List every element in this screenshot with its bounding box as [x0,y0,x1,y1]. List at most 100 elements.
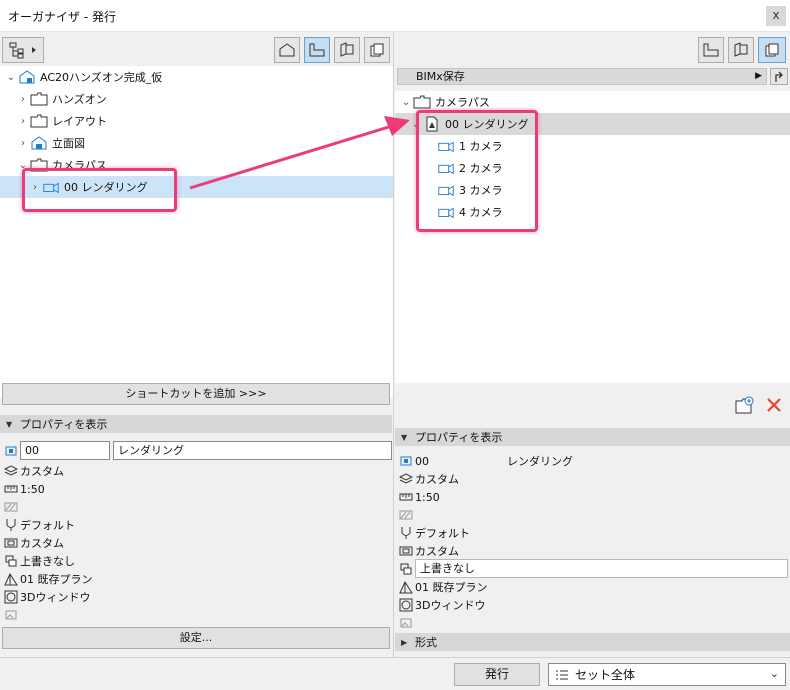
render-doc-icon [423,116,441,132]
tree-item-elevation[interactable]: › 立面図 [0,132,393,154]
override-icon [2,553,20,569]
tree-item-label: カメラパス [52,159,107,172]
folder-icon [30,91,48,107]
project-house-icon [18,69,36,85]
tree-item-folder[interactable]: ⌄ カメラパス [395,91,790,113]
publisher-sets-button[interactable] [364,37,390,63]
prop-structure-row: デフォルト [397,524,470,542]
publish-button[interactable]: 発行 [454,663,540,686]
format-section-header[interactable]: ▶ 形式 [395,633,790,651]
section-title: プロパティを表示 [20,418,108,431]
publisher-set-label: BIMx保存 [416,70,465,83]
add-shortcut-button[interactable]: ショートカットを追加 >>> [2,383,390,405]
tree-item-folder[interactable]: ⌄ カメラパス [0,154,393,176]
publish-scope-select[interactable]: セット全体 ⌄ [548,663,786,686]
layout-book-button[interactable] [334,37,360,63]
camera-icon [42,179,60,195]
expand-chevron-icon[interactable]: ⌄ [399,95,413,109]
title-bar: オーガナイザ - 発行 x [0,0,790,32]
expand-chevron-icon[interactable]: ⌄ [409,117,423,131]
expand-chevron-icon[interactable]: ⌄ [16,158,30,172]
tree-item-label: 00 レンダリング [64,181,148,194]
close-button[interactable]: x [766,6,786,26]
collapse-chevron-icon[interactable]: › [16,136,30,150]
layout-book-icon [734,42,748,57]
override-field[interactable]: 上書きなし [415,559,788,578]
prop-id-value: 00 [415,454,429,468]
tree-item-camera[interactable]: 2 カメラ [395,157,790,179]
camera-icon [437,138,455,154]
tree-item-folder[interactable]: › ハンズオン [0,88,393,110]
camera-icon [437,182,455,198]
layout-book-icon [340,42,354,57]
tree-item-label: 3 カメラ [459,184,503,197]
prop-image-row [2,606,20,624]
folder-icon [413,94,431,110]
view-map-tree: ⌄ AC20ハンズオン完成_仮 › ハンズオン › レイアウト › 立面図 ⌄ … [0,66,393,398]
tree-item-camera[interactable]: 3 カメラ [395,179,790,201]
collapse-chevron-icon[interactable]: › [28,180,42,194]
tree-item-rendering[interactable]: ⌄ 00 レンダリング [395,113,790,135]
prop-3d-row: 3Dウィンドウ [2,588,90,606]
scale-icon [397,489,415,505]
publisher-tree: ⌄ カメラパス ⌄ 00 レンダリング 1 カメラ 2 カメラ 3 カメラ 4 … [395,91,790,383]
tree-item-label: カメラパス [435,96,490,109]
prop-structure-value: デフォルト [415,527,470,540]
tree-item-camera[interactable]: 1 カメラ [395,135,790,157]
name-input[interactable]: レンダリング [113,441,392,460]
triangle-down-icon: ▼ [401,432,408,442]
view-map-icon [703,43,719,57]
prop-structure-value: デフォルト [20,519,75,532]
prop-override-row [397,560,415,578]
prop-3d-row: 3Dウィンドウ [397,596,485,614]
tree-item-label: レイアウト [52,115,107,128]
prop-3d-value: 3Dウィンドウ [20,591,91,604]
section-title: プロパティを表示 [415,431,503,444]
list-icon [555,669,569,681]
settings-button[interactable]: 設定... [2,627,390,649]
prop-scale-row: 1:50 [2,480,45,498]
tree-item-folder[interactable]: › レイアウト [0,110,393,132]
tree-item-label: ハンズオン [52,93,107,106]
publisher-set-selector[interactable]: BIMx保存 ▶ [397,68,767,85]
camera-icon [437,204,455,220]
scale-icon [2,481,20,497]
image-icon [2,607,20,623]
pen-set-icon [397,543,415,559]
id-input[interactable]: 00 [20,441,110,460]
folder-icon [30,157,48,173]
delete-button[interactable] [765,396,783,417]
collapse-chevron-icon[interactable]: › [16,114,30,128]
new-folder-button[interactable] [735,396,755,417]
collapse-chevron-icon[interactable]: › [16,92,30,106]
structure-icon [2,517,20,533]
prop-pen-value: カスタム [20,537,64,550]
prop-scale-value: 1:50 [415,490,440,504]
layout-book-button[interactable] [728,37,754,63]
go-up-button[interactable] [770,68,788,85]
prop-pen-row: カスタム [2,534,64,552]
tree-item-rendering-selected[interactable]: › 00 レンダリング [0,176,393,198]
model-view-icon [2,571,20,587]
properties-section-header[interactable]: ▼ プロパティを表示 [395,428,790,446]
new-folder-icon [735,396,754,414]
image-icon [397,615,415,631]
tree-item-camera[interactable]: 4 カメラ [395,201,790,223]
prop-scale-row: 1:50 [397,488,440,506]
project-map-button[interactable] [274,37,300,63]
folder-icon [30,113,48,129]
up-arrow-icon [775,71,783,82]
prop-id-row: 00 レンダリング [397,452,573,470]
tree-item-project[interactable]: ⌄ AC20ハンズオン完成_仮 [0,66,393,88]
view-map-button[interactable] [304,37,330,63]
prop-image-row [397,614,415,632]
structure-icon [397,525,415,541]
publisher-sets-button[interactable] [758,37,786,63]
view-map-dropdown-button[interactable] [2,37,44,63]
view-map-button[interactable] [698,37,724,63]
prop-hatch-row [397,506,415,524]
properties-section-header[interactable]: ▼ プロパティを表示 [0,415,392,433]
chevron-down-icon: ⌄ [769,667,779,680]
expand-chevron-icon[interactable]: ⌄ [4,70,18,84]
view-map-icon [309,43,325,57]
